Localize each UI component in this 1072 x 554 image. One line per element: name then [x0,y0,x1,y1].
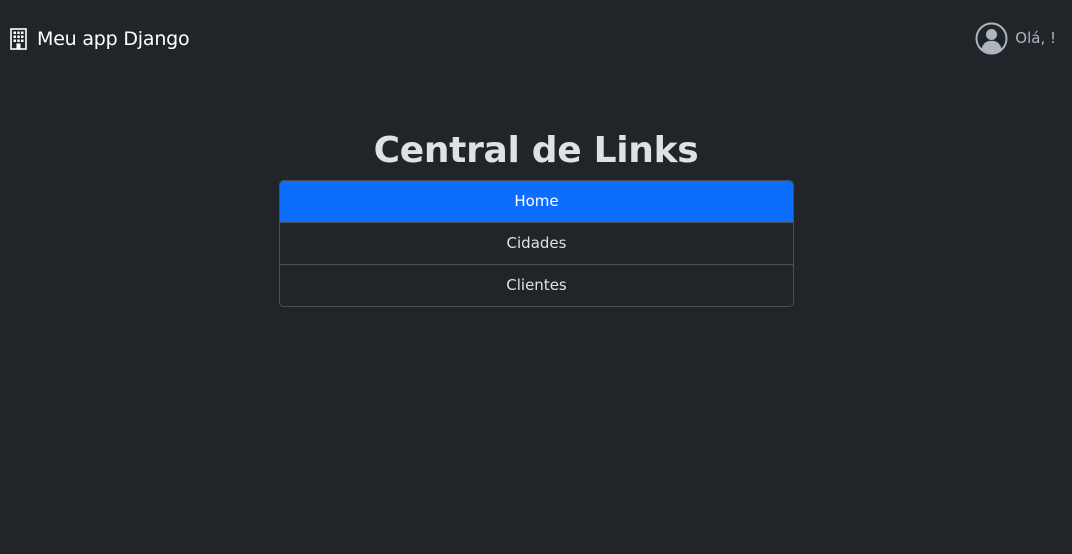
brand-link[interactable]: Meu app Django [10,26,190,52]
link-cidades[interactable]: Cidades [280,222,793,264]
navbar: Meu app Django Olá, ! [0,0,1072,78]
user-greeting: Olá, ! [1015,29,1056,47]
user-circle-icon [975,22,1008,55]
link-home[interactable]: Home [280,181,793,222]
user-menu[interactable]: Olá, ! [975,22,1056,55]
brand-label: Meu app Django [37,28,190,50]
main-content: Central de Links Home Cidades Clientes [0,126,1072,307]
link-clientes[interactable]: Clientes [280,264,793,306]
link-list: Home Cidades Clientes [279,180,794,307]
building-icon [10,28,27,50]
page-title: Central de Links [373,130,699,171]
